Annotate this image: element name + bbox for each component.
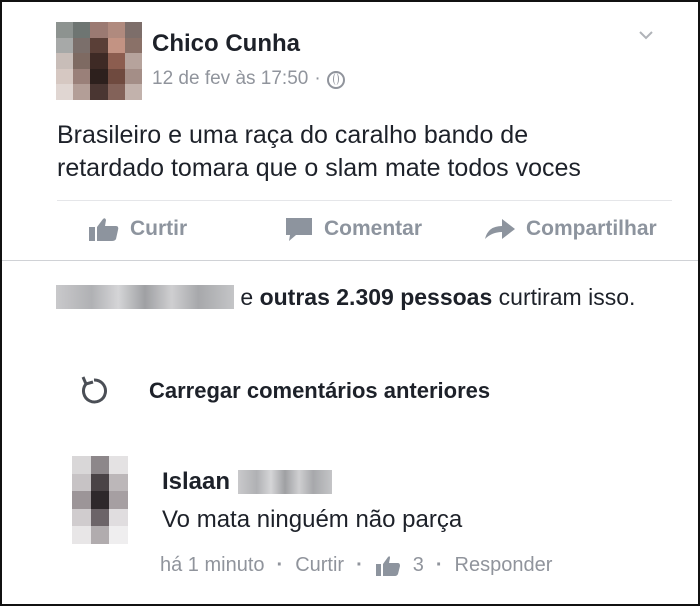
comment-icon	[286, 218, 312, 241]
likes-and: e	[234, 284, 260, 310]
meta-separator: ·	[435, 554, 443, 576]
reply-button[interactable]: Responder	[455, 554, 553, 577]
author-avatar[interactable]	[56, 22, 142, 100]
share-label: Compartilhar	[526, 217, 657, 240]
meta-separator: ·	[276, 554, 284, 576]
post-actions: Curtir Comentar Compartilhar	[82, 207, 682, 251]
likes-count-link[interactable]: outras 2.309 pessoas	[260, 284, 493, 310]
comment-text: Vo mata ninguém não parça	[162, 506, 463, 533]
refresh-icon	[81, 376, 107, 404]
load-more-comments[interactable]: Carregar comentários anteriores	[77, 374, 490, 408]
likes-suffix: curtiram isso.	[492, 284, 636, 310]
comment-like-button[interactable]: Curtir	[295, 554, 344, 577]
blurred-surname	[238, 470, 333, 494]
post-text-line: Brasileiro e uma raça do caralho bando d…	[57, 121, 529, 149]
comment-like-count[interactable]: 3	[413, 554, 424, 577]
chevron-down-icon[interactable]	[637, 26, 655, 44]
thumbs-up-icon	[89, 218, 119, 241]
post-meta: 12 de fev às 17:50 ·	[152, 68, 345, 90]
blurred-names	[56, 285, 234, 309]
comment-meta: há 1 minuto · Curtir · 3 · Responder	[160, 554, 552, 577]
author-name[interactable]: Chico Cunha	[152, 30, 300, 58]
like-label: Curtir	[130, 217, 188, 240]
like-button[interactable]: Curtir	[88, 216, 187, 242]
likes-summary: e outras 2.309 pessoas curtiram isso.	[56, 282, 676, 313]
post-body: Brasileiro e uma raça do caralho bando d…	[57, 119, 677, 185]
meta-separator: ·	[314, 68, 321, 89]
commenter-avatar[interactable]	[72, 456, 128, 544]
post-header: Chico Cunha 12 de fev às 17:50 ·	[52, 20, 692, 102]
commenter-name[interactable]: Islaan	[162, 468, 230, 496]
share-button[interactable]: Compartilhar	[484, 217, 657, 241]
thumbs-up-icon	[375, 555, 400, 576]
commenter-name-row: Islaan	[162, 468, 333, 496]
comment-button[interactable]: Comentar	[284, 216, 422, 242]
post-text-line: retardado tomara que o slam mate todos v…	[57, 154, 581, 182]
post-card: Chico Cunha 12 de fev às 17:50 · Brasile…	[0, 0, 700, 606]
load-more-label: Carregar comentários anteriores	[149, 378, 491, 403]
comment-item: Islaan Vo mata ninguém não parça há 1 mi…	[72, 454, 692, 589]
comment-time[interactable]: há 1 minuto	[160, 554, 265, 577]
divider	[57, 200, 672, 201]
post-timestamp[interactable]: 12 de fev às 17:50	[152, 68, 308, 90]
meta-separator: ·	[356, 554, 363, 576]
comment-label: Comentar	[324, 217, 423, 240]
globe-icon	[326, 71, 345, 89]
section-divider	[2, 260, 698, 261]
share-arrow-icon	[485, 219, 515, 239]
